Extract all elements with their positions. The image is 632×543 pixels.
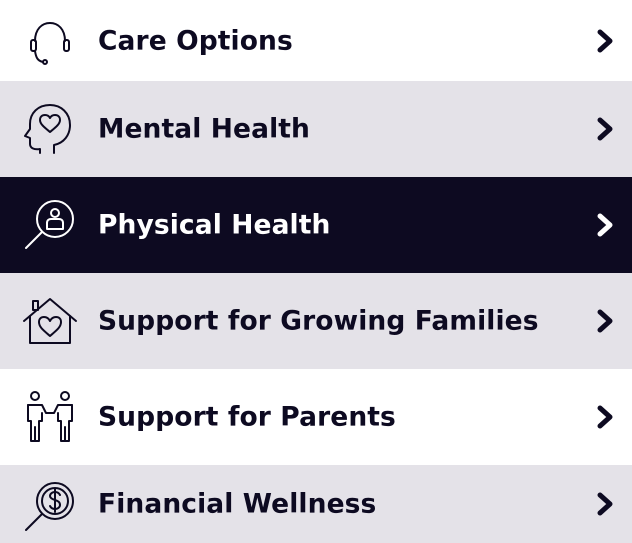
chevron-right-icon	[594, 308, 616, 334]
parent-child-icon	[18, 387, 82, 447]
menu-item-financial-wellness[interactable]: Financial Wellness	[0, 465, 632, 543]
menu-item-label: Physical Health	[98, 209, 331, 241]
menu-item-label: Mental Health	[98, 113, 311, 145]
menu-item-label: Support for Parents	[98, 401, 396, 433]
chevron-right-icon	[594, 491, 616, 517]
chevron-right-icon	[594, 212, 616, 238]
head-heart-icon	[18, 99, 82, 159]
magnifier-dollar-icon	[18, 474, 82, 534]
menu-item-support-for-parents[interactable]: Support for Parents	[0, 369, 632, 465]
menu-item-care-options[interactable]: Care Options	[0, 0, 632, 81]
menu-item-label: Financial Wellness	[98, 488, 377, 520]
menu-item-label: Care Options	[98, 25, 293, 56]
magnifier-person-icon	[18, 195, 82, 255]
chevron-right-icon	[594, 28, 616, 54]
menu-item-support-for-growing-families[interactable]: Support for Growing Families	[0, 273, 632, 369]
headset-icon	[18, 11, 82, 71]
chevron-right-icon	[594, 116, 616, 142]
chevron-right-icon	[594, 404, 616, 430]
menu-item-label: Support for Growing Families	[98, 305, 539, 337]
menu-item-mental-health[interactable]: Mental Health	[0, 81, 632, 177]
house-heart-icon	[18, 291, 82, 351]
wellness-menu: Care Options Mental Health Physical Heal…	[0, 0, 632, 543]
menu-item-physical-health[interactable]: Physical Health	[0, 177, 632, 273]
